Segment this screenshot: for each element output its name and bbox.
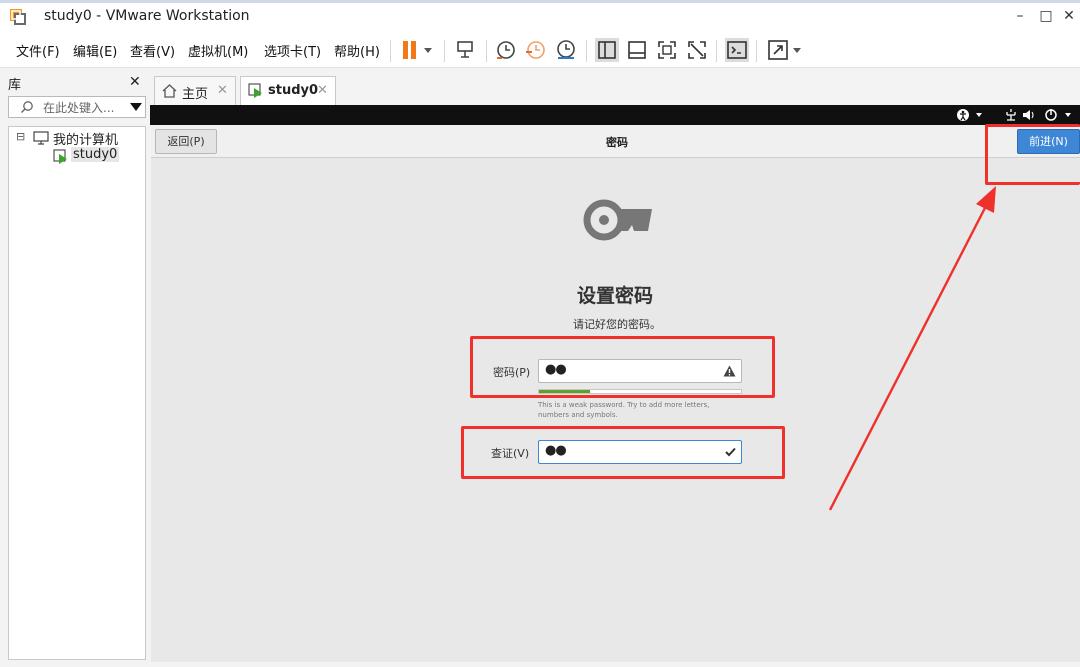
tab-home-close-button[interactable]: ✕ <box>217 83 228 98</box>
annotation-box-password <box>470 336 775 398</box>
full-screen-icon[interactable] <box>655 38 679 62</box>
snapshot-manager-icon[interactable] <box>554 38 578 62</box>
annotation-arrow <box>828 186 996 511</box>
revert-snapshot-icon[interactable] <box>524 38 548 62</box>
page-subheading: 请记好您的密码。 <box>573 318 661 331</box>
library-search-input[interactable]: 在此处键入... <box>8 96 146 118</box>
key-icon <box>583 199 652 241</box>
toolbar-divider <box>756 40 757 62</box>
tree-item-my-computer[interactable]: 我的计算机 <box>53 129 118 148</box>
toolbar-divider <box>716 40 717 62</box>
library-tree: ⊟ 我的计算机 study0 <box>8 126 146 660</box>
tab-home-label: 主页 <box>182 87 209 102</box>
maximize-button[interactable]: □ <box>1035 6 1057 26</box>
menu-edit[interactable]: 编辑(E) <box>73 41 117 60</box>
toolbar-divider <box>486 40 487 62</box>
guest-top-bar <box>150 105 1080 125</box>
pause-icon[interactable] <box>399 38 437 62</box>
annotation-box-next <box>985 124 1080 185</box>
thumbnail-bar-icon[interactable] <box>625 38 649 62</box>
tab-study0[interactable]: study0 ✕ <box>240 76 336 105</box>
unity-icon[interactable] <box>685 38 709 62</box>
password-hint: This is a weak password. Try to add more… <box>538 401 710 419</box>
window-title: study0 - VMware Workstation <box>44 8 250 24</box>
home-icon <box>162 84 177 98</box>
menu-tabs[interactable]: 选项卡(T) <box>264 41 321 60</box>
computer-icon <box>33 131 49 145</box>
library-title: 库 <box>8 78 22 93</box>
annotation-box-confirm <box>461 426 785 479</box>
toolbar-divider <box>390 40 391 62</box>
close-button[interactable]: ✕ <box>1058 6 1080 26</box>
send-keys-icon[interactable] <box>454 38 478 62</box>
tab-study0-close-button[interactable]: ✕ <box>317 83 328 98</box>
chevron-down-icon[interactable] <box>130 103 142 112</box>
menu-help[interactable]: 帮助(H) <box>334 41 380 60</box>
search-placeholder: 在此处键入... <box>43 101 115 115</box>
vm-running-icon <box>248 83 262 98</box>
header-title: 密码 <box>606 136 628 149</box>
snapshot-icon[interactable] <box>494 38 518 62</box>
search-icon <box>21 101 33 113</box>
accessibility-icon[interactable] <box>956 108 986 122</box>
page-heading: 设置密码 <box>577 285 654 307</box>
menu-file[interactable]: 文件(F) <box>16 41 60 60</box>
console-view-icon[interactable] <box>725 38 749 62</box>
tab-home[interactable]: 主页 ✕ <box>154 76 236 105</box>
tree-collapse-icon[interactable]: ⊟ <box>16 130 25 143</box>
back-button[interactable]: 返回(P) <box>155 129 217 154</box>
toolbar-divider <box>444 40 445 62</box>
show-library-icon[interactable] <box>595 38 619 62</box>
vm-running-icon <box>53 149 67 164</box>
minimize-button[interactable]: – <box>1009 6 1031 26</box>
library-close-button[interactable]: ✕ <box>129 74 141 90</box>
tab-study0-label: study0 <box>268 83 319 98</box>
vmware-logo-icon <box>10 9 26 25</box>
toolbar-divider <box>586 40 587 62</box>
tree-item-study0[interactable]: study0 <box>71 147 120 162</box>
network-volume-power-icon[interactable] <box>1005 108 1080 122</box>
menu-vm[interactable]: 虚拟机(M) <box>188 41 248 60</box>
stretch-guest-icon[interactable] <box>766 38 804 62</box>
menu-view[interactable]: 查看(V) <box>130 41 175 60</box>
